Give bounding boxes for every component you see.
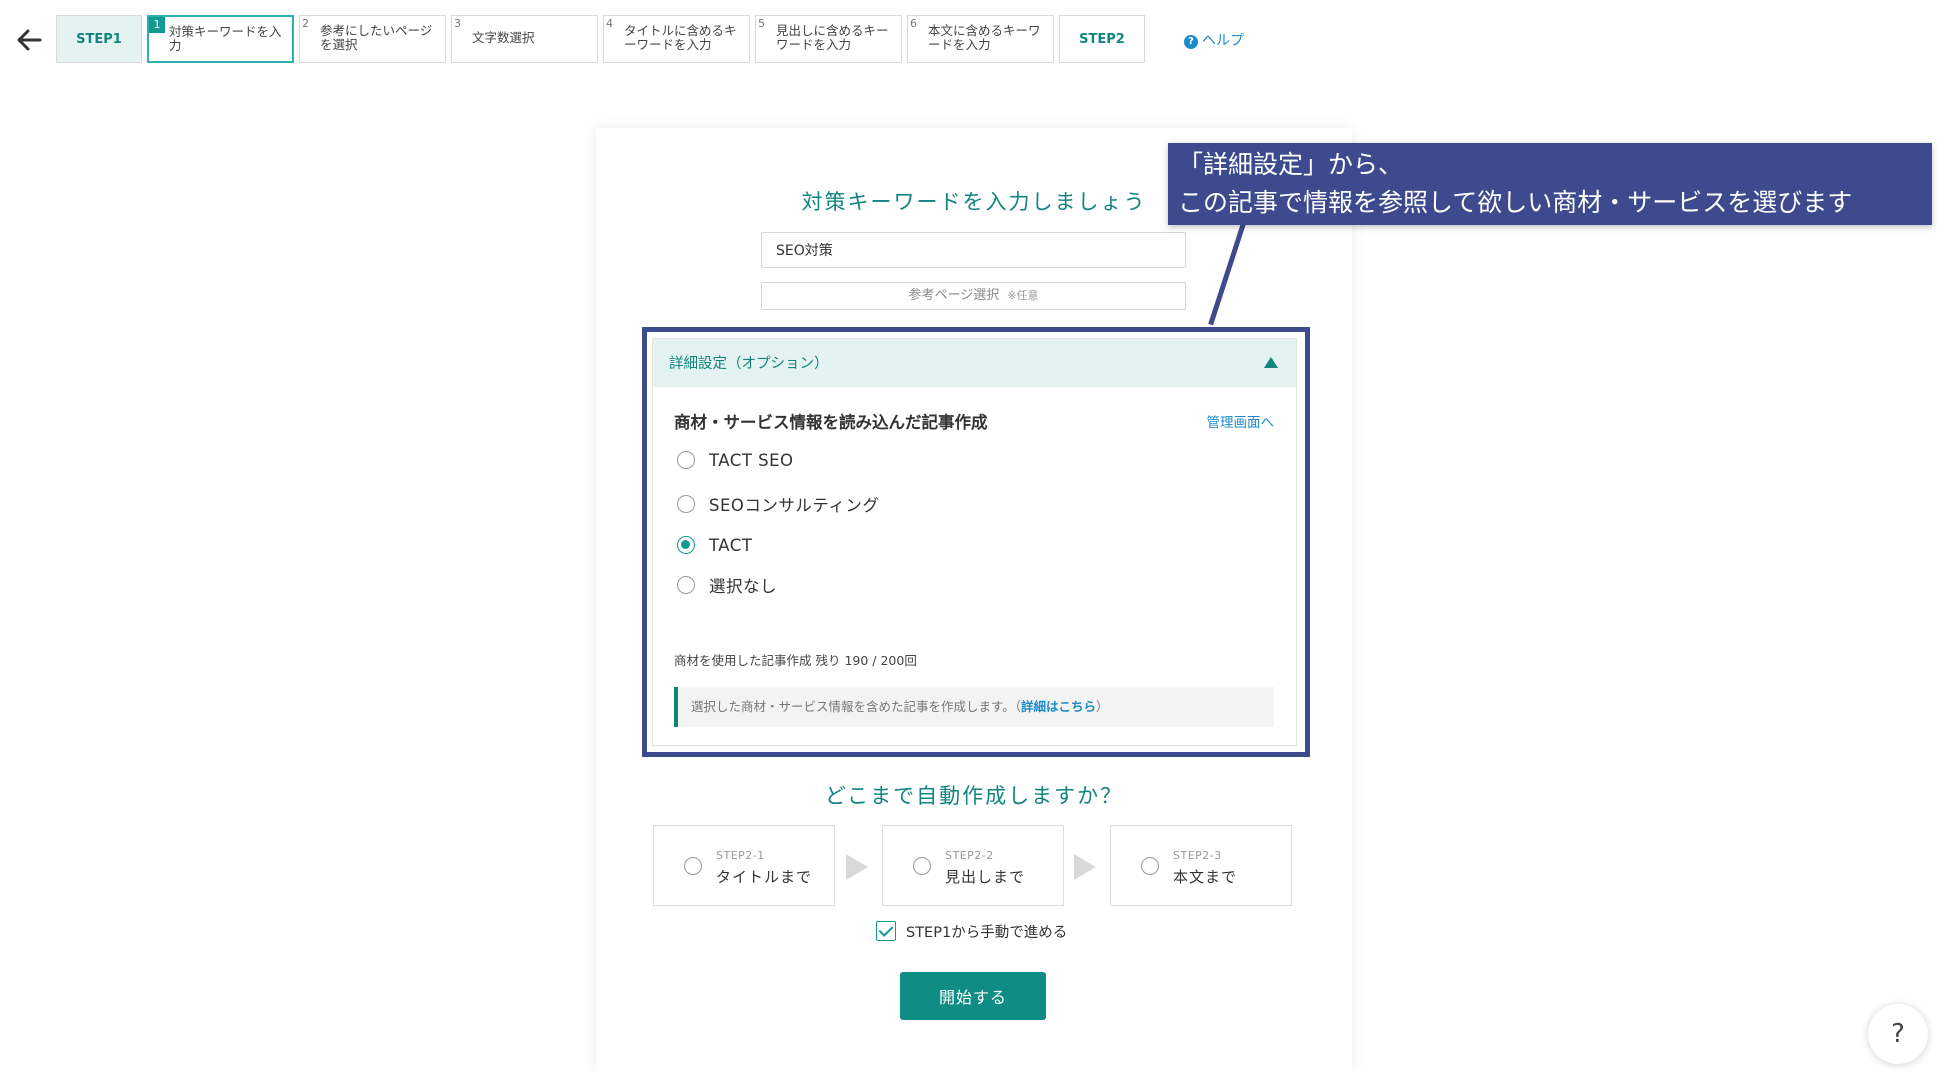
step-number: 5: [758, 17, 765, 30]
info-close: ）: [1096, 699, 1109, 714]
option-label: TACT: [709, 535, 753, 555]
step1-label[interactable]: STEP1: [56, 15, 142, 63]
info-text: 選択した商材・サービス情報を含めた記事を作成します。（: [691, 699, 1022, 714]
option-label: SEOコンサルティング: [709, 496, 880, 515]
step-label: タイトルに含めるキーワードを入力: [624, 23, 737, 52]
manual-progress-checkbox[interactable]: STEP1から手動で進める: [876, 921, 1067, 941]
step-label: 対策キーワードを入力: [169, 24, 282, 53]
step-char-count[interactable]: 3 文字数選択: [451, 15, 598, 63]
product-option[interactable]: 選択なし: [677, 573, 777, 597]
reference-page-label: 参考ページ選択: [908, 288, 1000, 303]
step-label: 参考にしたいページを選択: [320, 23, 433, 52]
step-sub-label: STEP2-2: [945, 849, 994, 862]
back-arrow-icon[interactable]: [12, 24, 48, 56]
radio-button[interactable]: [677, 451, 695, 469]
keyword-input[interactable]: [761, 232, 1186, 268]
usage-remaining: 商材を使用した記事作成 残り 190 / 200回: [674, 653, 917, 668]
radio-button[interactable]: [1141, 857, 1159, 875]
step-title-keyword[interactable]: 4 タイトルに含めるキーワードを入力: [603, 15, 750, 63]
manage-screen-link[interactable]: 管理画面へ: [1207, 411, 1275, 431]
annotation-callout: 「詳細設定」から、 この記事で情報を参照して欲しい商材・サービスを選びます: [1168, 143, 1932, 225]
option-label: TACT SEO: [709, 450, 794, 470]
step-main-label: 見出しまで: [945, 868, 1026, 886]
question-circle-icon: ?: [1184, 35, 1198, 49]
optional-note: ※任意: [1007, 289, 1039, 302]
help-label: ヘルプ: [1202, 33, 1244, 49]
step-number: 1: [149, 17, 165, 33]
step-reference-page[interactable]: 2 参考にしたいページを選択: [299, 15, 446, 63]
callout-line-2: この記事で情報を参照して欲しい商材・サービスを選びます: [1178, 188, 1853, 217]
advanced-settings-title: 詳細設定（オプション）: [669, 356, 829, 372]
details-link[interactable]: 詳細はこちら: [1021, 699, 1096, 714]
step-sub-label: STEP2-1: [716, 849, 765, 862]
arrow-right-icon: [1074, 854, 1096, 880]
step-number: 3: [454, 17, 461, 30]
product-option[interactable]: TACT SEO: [677, 448, 794, 472]
product-section-title: 商材・サービス情報を読み込んだ記事作成: [674, 413, 988, 432]
option-label: 選択なし: [709, 577, 777, 596]
step-sub-label: STEP2-3: [1173, 849, 1222, 862]
radio-button[interactable]: [677, 576, 695, 594]
step-keyword[interactable]: 1 対策キーワードを入力: [147, 15, 294, 63]
checkbox-checked-icon[interactable]: [876, 921, 896, 941]
step-number: 4: [606, 17, 613, 30]
auto-create-heading: どこまで自動作成しますか？: [824, 784, 1124, 808]
step-label: 見出しに含めるキーワードを入力: [776, 23, 889, 52]
advanced-settings-header[interactable]: 詳細設定（オプション）: [653, 339, 1296, 387]
reference-page-button[interactable]: 参考ページ選択 ※任意: [761, 282, 1186, 310]
help-fab-button[interactable]: ?: [1868, 1004, 1928, 1064]
start-button[interactable]: 開始する: [900, 972, 1046, 1020]
help-link[interactable]: ? ヘルプ: [1184, 30, 1244, 50]
step2-label[interactable]: STEP2: [1059, 15, 1145, 63]
step-label: 文字数選択: [472, 30, 535, 45]
callout-line-1: 「詳細設定」から、: [1178, 150, 1404, 179]
radio-button[interactable]: [677, 495, 695, 513]
step-label: 本文に含めるキーワードを入力: [928, 23, 1041, 52]
step2-2-option[interactable]: STEP2-2 見出しまで: [882, 825, 1064, 906]
manual-progress-label: STEP1から手動で進める: [906, 924, 1068, 941]
step-main-label: タイトルまで: [716, 868, 813, 886]
step2-3-option[interactable]: STEP2-3 本文まで: [1110, 825, 1292, 906]
advanced-settings-panel: 詳細設定（オプション） 商材・サービス情報を読み込んだ記事作成 管理画面へ TA…: [652, 338, 1297, 746]
caret-up-icon: [1264, 357, 1278, 368]
step2-1-option[interactable]: STEP2-1 タイトルまで: [653, 825, 835, 906]
radio-button[interactable]: [913, 857, 931, 875]
product-option[interactable]: SEOコンサルティング: [677, 492, 879, 516]
radio-button-selected[interactable]: [677, 536, 695, 554]
radio-button[interactable]: [684, 857, 702, 875]
step-body-keyword[interactable]: 6 本文に含めるキーワードを入力: [907, 15, 1054, 63]
step-main-label: 本文まで: [1173, 868, 1238, 886]
arrow-right-icon: [846, 854, 868, 880]
step-heading-keyword[interactable]: 5 見出しに含めるキーワードを入力: [755, 15, 902, 63]
info-note: 選択した商材・サービス情報を含めた記事を作成します。（詳細はこちら）: [674, 687, 1274, 727]
step-number: 2: [302, 17, 309, 30]
step-number: 6: [910, 17, 917, 30]
product-option[interactable]: TACT: [677, 533, 752, 557]
